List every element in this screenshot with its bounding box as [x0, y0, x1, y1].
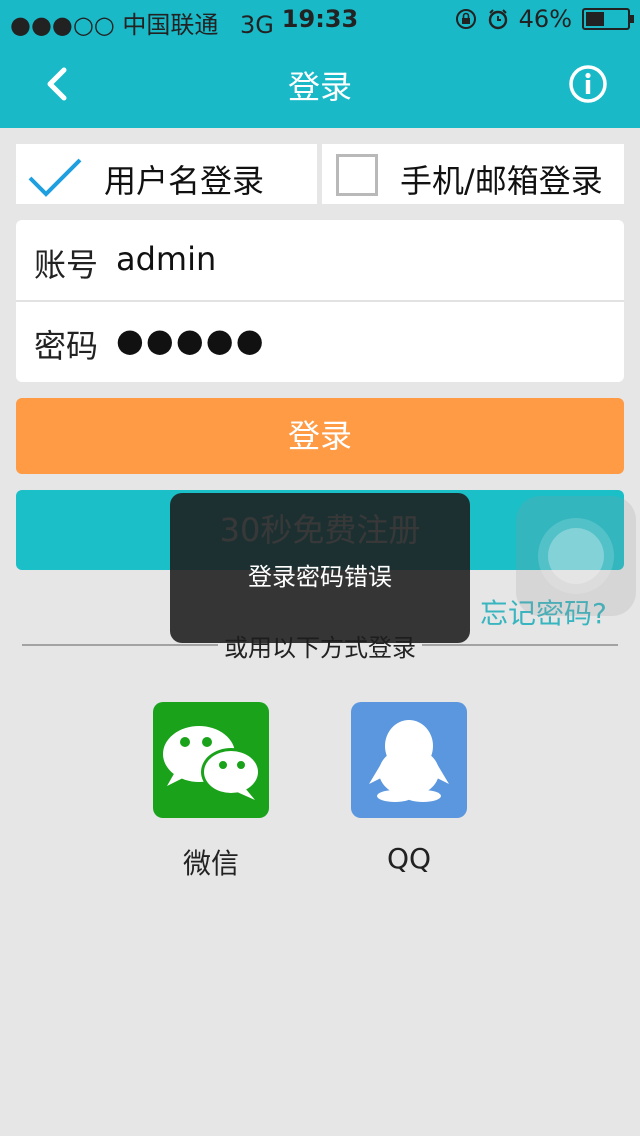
assistive-touch-dot	[548, 528, 604, 584]
checkbox-icon	[336, 154, 378, 196]
wechat-icon	[163, 726, 261, 800]
error-toast: 登录密码错误	[170, 493, 470, 643]
password-input[interactable]: ●●●●●	[116, 321, 266, 359]
qq-login-button[interactable]	[351, 702, 467, 818]
tab-username-login[interactable]: 用户名登录	[16, 144, 317, 204]
battery-icon	[582, 8, 634, 30]
wechat-label: 微信	[182, 847, 239, 880]
battery-level	[586, 12, 605, 26]
assistive-touch-button[interactable]	[516, 496, 636, 616]
toast-message: 登录密码错误	[248, 563, 392, 591]
login-mode-tabs: 用户名登录 手机/邮箱登录	[16, 144, 624, 204]
login-form: 账号 admin 密码 ●●●●●	[16, 220, 624, 382]
tab-username-label: 用户名登录	[104, 162, 265, 200]
checkmark-icon	[28, 158, 82, 197]
wechat-login-button[interactable]	[153, 702, 269, 818]
rotation-lock-icon	[455, 9, 476, 29]
qq-label: QQ	[386, 842, 432, 875]
page-title: 登录	[287, 68, 352, 106]
alarm-icon	[488, 9, 507, 30]
nav-bar: ●●●○○ 中国联通 3G 19:33 46% 登录	[0, 0, 640, 128]
info-icon[interactable]	[568, 64, 608, 104]
account-label: 账号	[34, 246, 99, 284]
status-bar: ●●●○○ 中国联通 3G 19:33 46%	[0, 0, 640, 40]
qq-icon	[369, 720, 449, 802]
password-row: 密码 ●●●●●	[16, 301, 624, 381]
status-right: 46%	[455, 5, 634, 33]
login-button[interactable]: 登录	[16, 398, 624, 474]
account-row: 账号 admin	[16, 220, 624, 302]
battery-percent: 46%	[518, 5, 572, 33]
password-label: 密码	[34, 327, 99, 365]
account-input[interactable]: admin	[116, 240, 216, 278]
tab-phone-email-login[interactable]: 手机/邮箱登录	[322, 144, 624, 204]
tab-phone-email-label: 手机/邮箱登录	[400, 162, 603, 200]
